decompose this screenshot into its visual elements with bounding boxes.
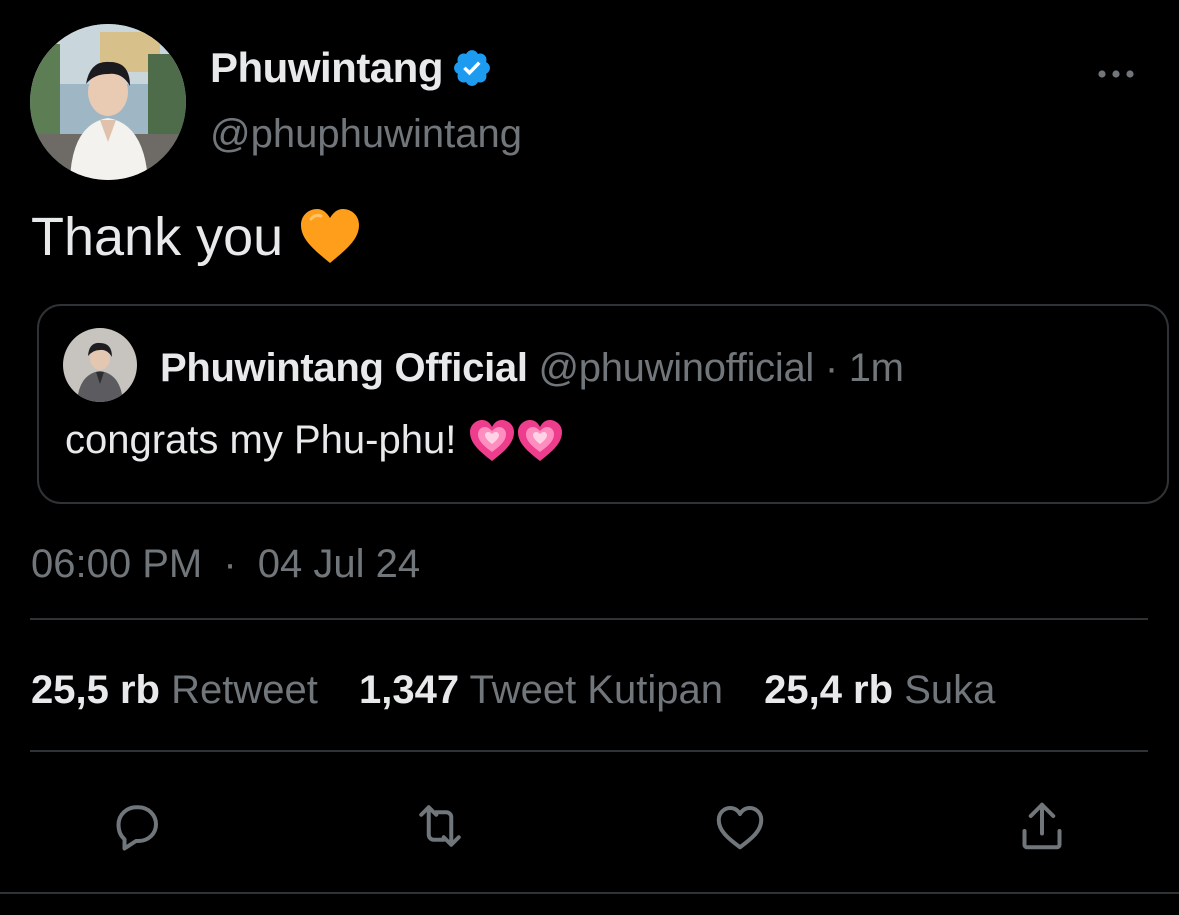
quoted-tweet-card[interactable]: Phuwintang Official @phuwinofficial · 1m… xyxy=(37,304,1169,504)
tweet-body: Thank you xyxy=(31,206,361,268)
quote-stat[interactable]: 1,347 Tweet Kutipan xyxy=(359,668,734,712)
quoted-display-name[interactable]: Phuwintang Official xyxy=(160,346,528,390)
divider-top xyxy=(30,618,1148,620)
retweet-label: Retweet xyxy=(171,668,318,712)
quote-count: 1,347 xyxy=(358,668,460,712)
retweet-icon[interactable] xyxy=(410,796,470,856)
author-name-text[interactable]: Phuwintang xyxy=(210,44,443,92)
quoted-text: congrats my Phu-phu! xyxy=(65,418,457,462)
quoted-header: Phuwintang Official @phuwinofficial · 1m xyxy=(160,346,904,391)
more-options-icon[interactable] xyxy=(1096,62,1136,86)
author-handle[interactable]: @phuphuwintang xyxy=(210,112,522,157)
quoted-time[interactable]: 1m xyxy=(849,346,904,390)
quote-label: Tweet Kutipan xyxy=(469,668,723,712)
share-icon[interactable] xyxy=(1012,796,1072,856)
like-stat[interactable]: 25,4 rb Suka xyxy=(764,668,995,712)
timestamp-date[interactable]: 04 Jul 24 xyxy=(258,542,420,586)
divider-bottom xyxy=(30,750,1148,752)
quoted-handle[interactable]: @phuwinofficial xyxy=(538,346,814,390)
like-label: Suka xyxy=(904,668,996,712)
tweet-timestamp[interactable]: 06:00 PM · 04 Jul 24 xyxy=(31,542,420,587)
tweet-text: Thank you xyxy=(31,207,284,267)
growing-heart-icon xyxy=(516,419,564,463)
author-avatar[interactable] xyxy=(30,24,186,180)
reply-icon[interactable] xyxy=(106,796,166,856)
retweet-stat[interactable]: 25,5 rb Retweet xyxy=(31,668,329,712)
quoted-author-avatar[interactable] xyxy=(63,328,137,402)
growing-heart-icon xyxy=(468,419,516,463)
verified-badge-icon xyxy=(451,47,493,89)
orange-heart-icon xyxy=(299,207,361,267)
engagement-stats: 25,5 rb Retweet 1,347 Tweet Kutipan 25,4… xyxy=(31,668,1025,713)
timestamp-separator: · xyxy=(223,542,237,586)
author-display-name[interactable]: Phuwintang xyxy=(210,44,493,92)
like-icon[interactable] xyxy=(710,796,770,856)
timestamp-time[interactable]: 06:00 PM xyxy=(31,542,202,586)
bottom-border xyxy=(0,892,1179,894)
separator-dot: · xyxy=(824,346,838,390)
retweet-count: 25,5 rb xyxy=(31,668,160,712)
quoted-body: congrats my Phu-phu! xyxy=(65,418,564,463)
like-count: 25,4 rb xyxy=(764,668,894,712)
